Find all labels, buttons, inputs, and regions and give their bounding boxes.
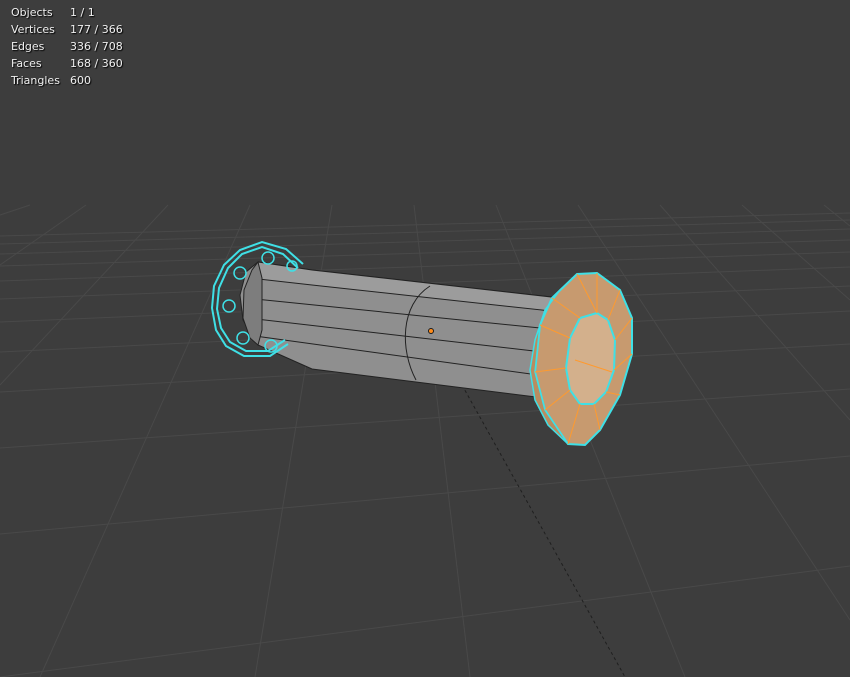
stat-value: 600 bbox=[70, 74, 91, 87]
stat-label: Triangles bbox=[11, 74, 60, 87]
stat-vertices: Vertices 177 / 366 bbox=[11, 21, 123, 38]
stat-value: 177 / 366 bbox=[70, 23, 123, 36]
stat-label: Vertices bbox=[11, 23, 55, 36]
stat-edges: Edges 336 / 708 bbox=[11, 38, 123, 55]
stat-value: 336 / 708 bbox=[70, 40, 123, 53]
stat-label: Edges bbox=[11, 40, 45, 53]
stat-triangles: Triangles 600 bbox=[11, 72, 123, 89]
stat-label: Objects bbox=[11, 6, 53, 19]
floor-grid bbox=[0, 204, 850, 677]
stat-faces: Faces 168 / 360 bbox=[11, 55, 123, 72]
statistics-overlay: Objects 1 / 1 Vertices 177 / 366 Edges 3… bbox=[11, 4, 123, 89]
origin-dot bbox=[428, 328, 434, 334]
3d-viewport[interactable]: Objects 1 / 1 Vertices 177 / 366 Edges 3… bbox=[0, 0, 850, 677]
stat-value: 168 / 360 bbox=[70, 57, 123, 70]
stat-value: 1 / 1 bbox=[70, 6, 95, 19]
pipe-body bbox=[239, 260, 561, 401]
viewport-scene[interactable] bbox=[0, 0, 850, 677]
stat-objects: Objects 1 / 1 bbox=[11, 4, 123, 21]
stat-label: Faces bbox=[11, 57, 42, 70]
